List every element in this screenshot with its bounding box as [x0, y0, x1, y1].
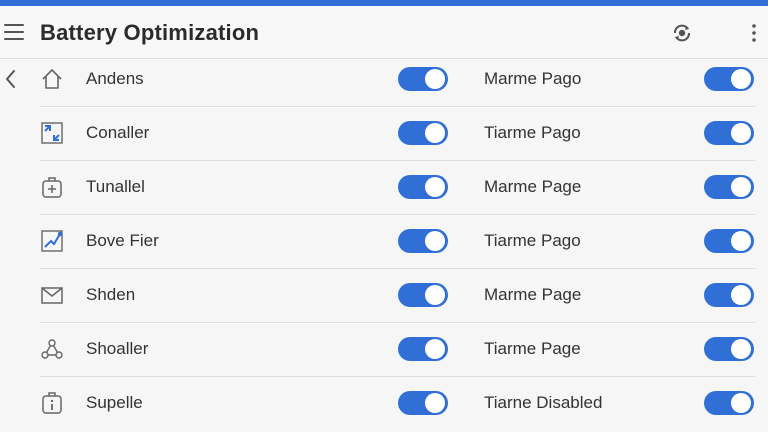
app-name: Tunallel [86, 177, 145, 196]
medkit-icon [42, 177, 62, 198]
sub-toggle[interactable] [704, 229, 754, 253]
optimize-toggle[interactable] [398, 175, 448, 199]
app-name: Andens [86, 69, 144, 88]
optimize-toggle[interactable] [398, 67, 448, 91]
optimize-toggle[interactable] [398, 391, 448, 415]
app-name: Shden [86, 285, 136, 304]
sub-label: Tiarme Pago [484, 123, 581, 142]
optimize-toggle[interactable] [398, 229, 448, 253]
sub-toggle[interactable] [704, 391, 754, 415]
list-item: Tunallel Marme Page [40, 160, 755, 215]
home-icon [42, 69, 62, 89]
mail-icon [41, 287, 63, 304]
chart-icon [41, 230, 63, 252]
sub-toggle[interactable] [704, 175, 754, 199]
optimize-toggle[interactable] [398, 337, 448, 361]
app-name: Bove Fier [86, 231, 159, 250]
optimize-toggle[interactable] [398, 283, 448, 307]
optimize-toggle[interactable] [398, 121, 448, 145]
sub-label: Tiarme Page [484, 339, 581, 358]
app-name: Supelle [86, 393, 143, 412]
sub-toggle[interactable] [704, 67, 754, 91]
share-icon [41, 339, 63, 359]
list-item: Conaller Tiarme Pago [40, 106, 755, 161]
sub-label: Tiarne Disabled [484, 393, 603, 412]
info-icon [42, 392, 62, 414]
list-item: Shden Marme Page [40, 268, 755, 323]
list-item: Supelle Tiarne Disabled [40, 376, 755, 430]
list-item: Bove Fier Tiarme Pago [40, 214, 755, 269]
sub-label: Marme Pago [484, 69, 582, 88]
app-name: Conaller [86, 123, 150, 142]
sub-label: Tiarme Pago [484, 231, 581, 250]
hamburger-menu-icon[interactable] [4, 24, 24, 40]
app-name: Shoaller [86, 339, 149, 358]
list-item: Andens Marme Pago [40, 52, 755, 107]
sub-label: Marme Page [484, 285, 582, 304]
resize-icon [41, 122, 63, 144]
more-vert-icon[interactable] [743, 22, 765, 44]
sub-toggle[interactable] [704, 283, 754, 307]
sub-label: Marme Page [484, 177, 582, 196]
sub-toggle[interactable] [704, 337, 754, 361]
sync-icon[interactable] [671, 22, 693, 44]
page-title: Battery Optimization [40, 20, 260, 45]
back-chevron-icon[interactable] [2, 68, 18, 90]
list-item: Shoaller Tiarme Page [40, 322, 755, 377]
sub-toggle[interactable] [704, 121, 754, 145]
